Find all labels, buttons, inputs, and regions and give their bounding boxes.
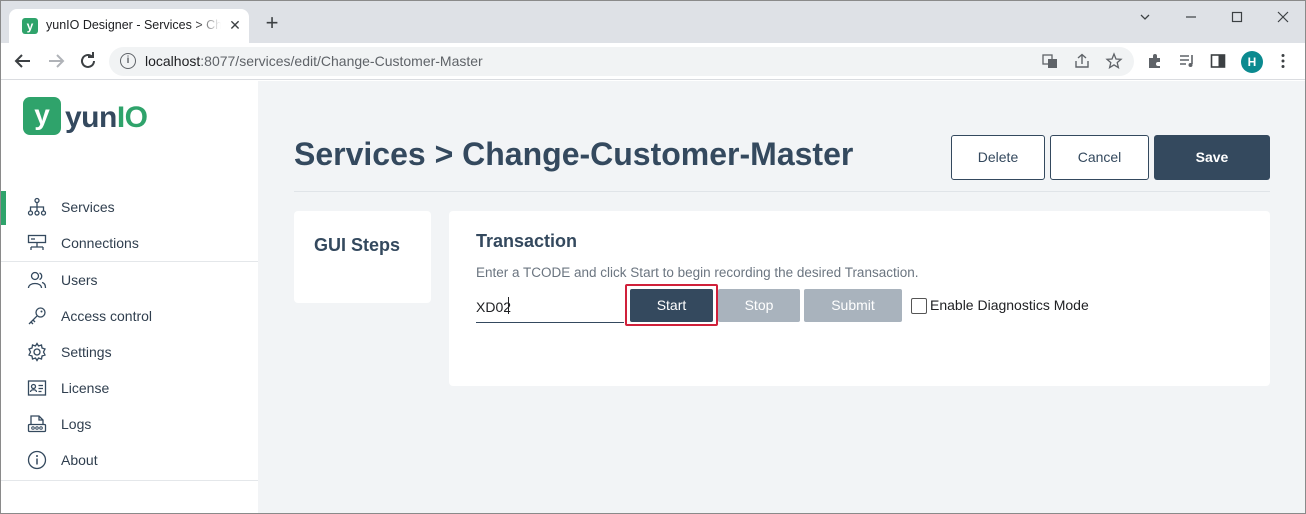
logo-text-io: IO	[116, 101, 148, 134]
text-caret	[508, 297, 509, 314]
bookmark-star-icon[interactable]	[1105, 52, 1125, 72]
extensions-puzzle-icon[interactable]	[1146, 52, 1166, 72]
sidebar-item-label: Logs	[61, 416, 92, 432]
tcode-input[interactable]	[476, 291, 624, 323]
forward-arrow-icon[interactable]	[44, 49, 68, 73]
save-button[interactable]: Save	[1154, 135, 1270, 180]
transaction-card: Transaction Enter a TCODE and click Star…	[449, 211, 1270, 386]
delete-button[interactable]: Delete	[951, 135, 1045, 180]
sidebar: y yunIO Services Connections Users Acces…	[1, 81, 258, 513]
sidebar-item-label: Users	[61, 272, 98, 288]
reload-icon[interactable]	[76, 49, 100, 73]
browser-toolbar: i localhost:8077/services/edit/Change-Cu…	[1, 43, 1305, 80]
tab-search-icon[interactable]	[1122, 5, 1168, 29]
sidebar-item-label: Services	[61, 199, 115, 215]
maximize-icon[interactable]	[1214, 5, 1260, 29]
app-root: y yunIO Services Connections Users Acces…	[1, 81, 1305, 513]
transaction-heading: Transaction	[476, 231, 578, 251]
tab-title: yunIO Designer - Services > Change-Custo…	[46, 18, 221, 32]
sidebar-item-users[interactable]: Users	[1, 262, 258, 298]
sidebar-item-label: About	[61, 452, 98, 468]
connection-icon	[27, 233, 47, 253]
translate-icon[interactable]	[1041, 52, 1061, 72]
header-divider	[294, 191, 1270, 192]
sitemap-icon	[27, 197, 47, 217]
cancel-button[interactable]: Cancel	[1050, 135, 1149, 180]
diagnostics-checkbox[interactable]	[911, 298, 927, 314]
page-title: Services > Change-Customer-Master	[294, 136, 854, 172]
gear-icon	[27, 342, 47, 362]
submit-button[interactable]: Submit	[804, 289, 902, 322]
share-icon[interactable]	[1073, 52, 1093, 72]
tab-strip: y yunIO Designer - Services > Change-Cus…	[1, 1, 1305, 43]
profile-avatar[interactable]: H	[1241, 51, 1263, 73]
new-tab-button[interactable]: +	[261, 12, 283, 35]
diagnostics-label[interactable]: Enable Diagnostics Mode	[930, 297, 1089, 313]
minimize-icon[interactable]	[1168, 5, 1214, 29]
sidebar-item-connections[interactable]: Connections	[1, 225, 258, 261]
logo-text: yunIO	[65, 101, 148, 135]
site-info-icon[interactable]: i	[120, 53, 136, 69]
transaction-help-text: Enter a TCODE and click Start to begin r…	[476, 265, 919, 280]
gui-steps-card: GUI Steps	[294, 211, 431, 303]
sidebar-item-logs[interactable]: Logs	[1, 406, 258, 442]
sidebar-item-label: Settings	[61, 344, 112, 360]
url-host: localhost	[145, 53, 201, 69]
yunio-favicon-icon: y	[22, 18, 38, 34]
close-window-icon[interactable]	[1260, 5, 1305, 29]
tab-close-icon[interactable]: ✕	[227, 17, 243, 33]
sidebar-item-about[interactable]: About	[1, 442, 258, 478]
sidebar-item-label: License	[61, 380, 110, 396]
main-content: Services > Change-Customer-Master Delete…	[258, 81, 1305, 513]
logo-text-yun: yun	[65, 101, 117, 134]
key-icon	[27, 306, 47, 326]
address-bar[interactable]: i localhost:8077/services/edit/Change-Cu…	[109, 47, 1134, 76]
info-icon	[27, 450, 47, 470]
sidebar-item-label: Connections	[61, 235, 139, 251]
sidebar-item-services[interactable]: Services	[1, 189, 258, 225]
sidebar-item-license[interactable]: License	[1, 370, 258, 406]
sidebar-nav: Services Connections Users Access contro…	[1, 189, 258, 481]
sidebar-item-access-control[interactable]: Access control	[1, 298, 258, 334]
logo-mark: y	[23, 97, 61, 135]
browser-window: y yunIO Designer - Services > Change-Cus…	[0, 0, 1306, 514]
side-panel-icon[interactable]	[1209, 52, 1229, 72]
stop-button[interactable]: Stop	[718, 289, 800, 322]
media-queue-icon[interactable]	[1178, 52, 1198, 72]
back-arrow-icon[interactable]	[11, 49, 35, 73]
gui-steps-heading: GUI Steps	[314, 235, 401, 255]
users-icon	[27, 270, 47, 290]
logs-icon	[27, 414, 47, 434]
url-text: localhost:8077/services/edit/Change-Cust…	[145, 53, 483, 69]
more-menu-icon[interactable]	[1274, 52, 1294, 72]
browser-tab[interactable]: y yunIO Designer - Services > Change-Cus…	[9, 9, 249, 43]
sidebar-divider	[1, 480, 258, 481]
sidebar-item-settings[interactable]: Settings	[1, 334, 258, 370]
id-card-icon	[27, 378, 47, 398]
start-button[interactable]: Start	[630, 289, 713, 322]
sidebar-item-label: Access control	[61, 308, 153, 324]
url-path: :8077/services/edit/Change-Customer-Mast…	[200, 53, 483, 69]
